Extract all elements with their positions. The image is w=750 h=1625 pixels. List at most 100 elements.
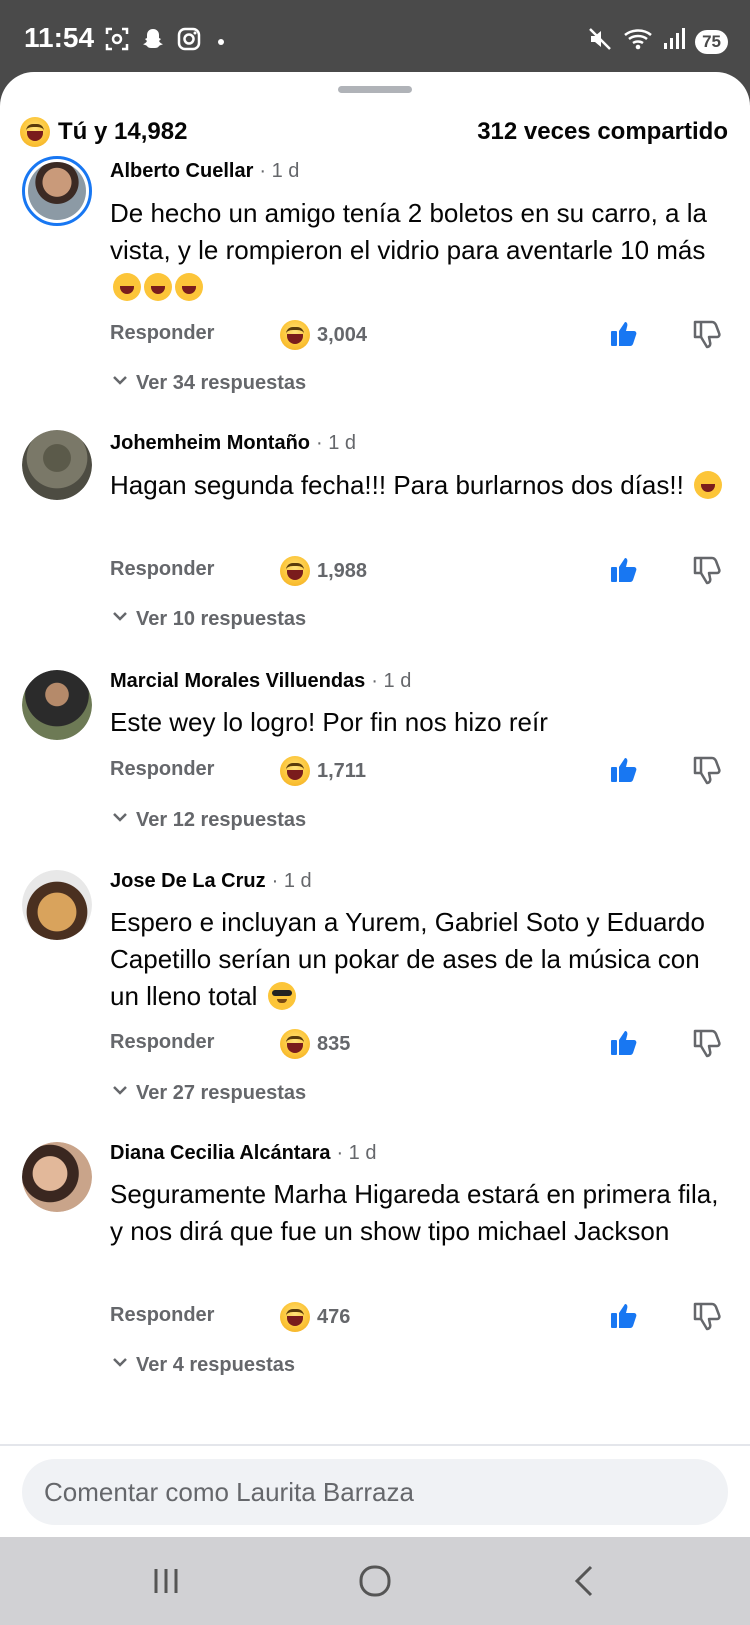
shares-count[interactable]: 312 veces compartido: [477, 118, 728, 146]
comment-text: Seguramente Marha Higareda estará en pri…: [110, 1176, 730, 1250]
instagram-icon: [176, 26, 202, 57]
comment-actions: Responder 1,711: [110, 754, 722, 790]
view-replies-label: Ver 34 respuestas: [136, 371, 307, 394]
reply-button[interactable]: Responder: [110, 1031, 214, 1054]
status-icons-right: 75: [587, 26, 728, 57]
comment-time: · 1 d: [371, 670, 412, 692]
comment-text: Hagan segunda fecha!!! Para burlarnos do…: [110, 467, 730, 504]
chevron-down-icon: [110, 370, 130, 396]
reaction-count: 835: [317, 1032, 351, 1055]
dislike-icon[interactable]: [690, 554, 722, 586]
avatar[interactable]: [22, 670, 92, 740]
reaction-summary-chip[interactable]: 1,711: [280, 756, 366, 786]
reactions-count: Tú y 14,982: [58, 118, 188, 145]
comment-time: · 1 d: [316, 432, 357, 454]
reply-button[interactable]: Responder: [110, 1304, 214, 1327]
chevron-down-icon: [110, 1352, 130, 1378]
sunglasses-emoji-icon: [267, 982, 296, 1010]
composer-divider: [0, 1444, 750, 1446]
avatar[interactable]: [22, 870, 92, 940]
view-replies-button[interactable]: Ver 34 respuestas: [110, 370, 306, 396]
reply-button[interactable]: Responder: [110, 322, 214, 345]
laughing-emoji-icon: [113, 273, 141, 301]
chevron-down-icon: [110, 1080, 130, 1106]
like-icon[interactable]: [608, 1027, 640, 1059]
chevron-down-icon: [110, 606, 130, 632]
reaction-summary: Tú y 14,982 312 veces compartido: [20, 112, 728, 152]
comment-input[interactable]: [44, 1477, 704, 1508]
comment-text: Este wey lo logro! Por fin nos hizo reír: [110, 704, 730, 741]
haha-reaction-icon: [280, 1302, 310, 1332]
comment-author-line: Johemheim Montaño · 1 d: [110, 432, 356, 455]
dislike-icon[interactable]: [690, 1300, 722, 1332]
drag-handle[interactable]: [338, 86, 412, 93]
avatar[interactable]: [22, 1142, 92, 1212]
wifi-icon: [623, 26, 653, 57]
comment-actions: Responder 3,004: [110, 318, 722, 354]
notification-dot-icon: [218, 38, 224, 45]
dislike-icon[interactable]: [690, 318, 722, 350]
reaction-count: 476: [317, 1305, 351, 1328]
reaction-summary-chip[interactable]: 835: [280, 1029, 350, 1059]
comment-text: De hecho un amigo tenía 2 boletos en su …: [110, 195, 730, 306]
snapchat-icon: [140, 26, 166, 57]
laughing-emoji-icon: [694, 471, 723, 499]
comment-author-line: Marcial Morales Villuendas · 1 d: [110, 670, 411, 693]
haha-reaction-icon: [280, 756, 310, 786]
comment-composer[interactable]: [22, 1459, 728, 1525]
dislike-icon[interactable]: [690, 1027, 722, 1059]
recent-apps-icon[interactable]: [146, 1561, 186, 1601]
avatar[interactable]: [22, 430, 92, 500]
view-replies-button[interactable]: Ver 27 respuestas: [110, 1080, 306, 1106]
battery-indicator: 75: [695, 29, 728, 54]
chevron-down-icon: [110, 807, 130, 833]
comment-text-content: Espero e incluyan a Yurem, Gabriel Soto …: [110, 907, 705, 1011]
status-icons-left: [104, 26, 224, 57]
comment-time: · 1 d: [259, 160, 300, 182]
comment-author[interactable]: Johemheim Montaño: [110, 432, 310, 454]
view-replies-button[interactable]: Ver 4 respuestas: [110, 1352, 295, 1378]
haha-reaction-icon: [20, 117, 50, 147]
like-icon[interactable]: [608, 318, 640, 350]
comment-text-content: De hecho un amigo tenía 2 boletos en su …: [110, 198, 707, 265]
like-icon[interactable]: [608, 1300, 640, 1332]
comment-text: Espero e incluyan a Yurem, Gabriel Soto …: [110, 904, 730, 1015]
comment-time: · 1 d: [336, 1142, 377, 1164]
comment-text-content: Hagan segunda fecha!!! Para burlarnos do…: [110, 470, 684, 500]
view-replies-label: Ver 12 respuestas: [136, 808, 307, 831]
comment-text-content: Seguramente Marha Higareda estará en pri…: [110, 1179, 719, 1246]
comment-author-line: Alberto Cuellar · 1 d: [110, 160, 299, 183]
comment-text-content: Este wey lo logro! Por fin nos hizo reír: [110, 707, 548, 737]
signal-icon: [663, 27, 686, 56]
comment-author[interactable]: Diana Cecilia Alcántara: [110, 1142, 330, 1164]
comment-actions: Responder 476: [110, 1300, 722, 1336]
reaction-summary-chip[interactable]: 3,004: [280, 320, 367, 350]
system-nav-bar: [0, 1537, 750, 1625]
laughing-emoji-icon: [144, 273, 172, 301]
home-icon[interactable]: [355, 1561, 395, 1601]
avatar[interactable]: [22, 156, 92, 226]
back-icon[interactable]: [565, 1561, 605, 1601]
status-time: 11:54: [24, 22, 95, 53]
reply-button[interactable]: Responder: [110, 758, 214, 781]
comment-actions: Responder 1,988: [110, 554, 722, 590]
mute-icon: [587, 26, 613, 57]
comment-author-line: Diana Cecilia Alcántara · 1 d: [110, 1142, 377, 1165]
reaction-summary-chip[interactable]: 1,988: [280, 556, 367, 586]
screenshot-icon: [104, 26, 130, 57]
view-replies-label: Ver 27 respuestas: [136, 1081, 307, 1104]
view-replies-button[interactable]: Ver 10 respuestas: [110, 606, 306, 632]
like-icon[interactable]: [608, 754, 640, 786]
comment-author[interactable]: Marcial Morales Villuendas: [110, 670, 365, 692]
status-bar: 11:54 75: [0, 0, 750, 72]
reaction-count: 1,711: [317, 759, 366, 782]
reactions-summary-button[interactable]: Tú y 14,982: [20, 117, 187, 147]
reaction-summary-chip[interactable]: 476: [280, 1302, 350, 1332]
reply-button[interactable]: Responder: [110, 558, 214, 581]
comment-time: · 1 d: [271, 870, 312, 892]
like-icon[interactable]: [608, 554, 640, 586]
comment-author[interactable]: Alberto Cuellar: [110, 160, 253, 182]
view-replies-button[interactable]: Ver 12 respuestas: [110, 807, 306, 833]
dislike-icon[interactable]: [690, 754, 722, 786]
comment-author[interactable]: Jose De La Cruz: [110, 870, 266, 892]
